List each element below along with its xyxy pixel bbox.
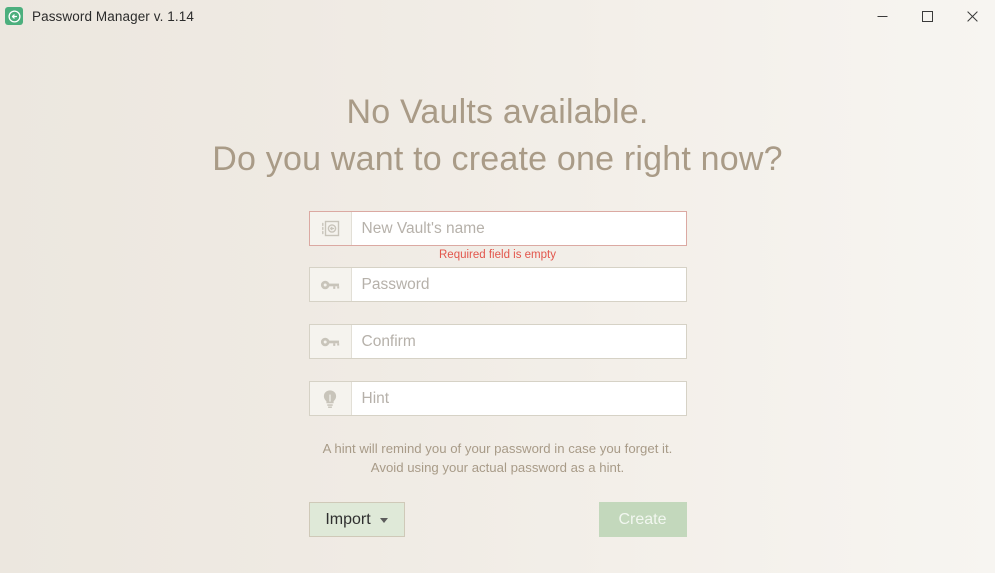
page-title: No Vaults available. Do you want to crea…: [212, 89, 782, 183]
import-button[interactable]: Import: [308, 502, 405, 537]
import-button-label: Import: [325, 510, 371, 528]
hint-help-line-1: A hint will remind you of your password …: [322, 441, 673, 456]
form-actions: Import Create: [308, 502, 687, 537]
hint-input[interactable]: [351, 382, 686, 415]
minimize-button[interactable]: [860, 0, 905, 32]
window-controls: [860, 0, 995, 32]
create-vault-form: Required field is empty: [308, 211, 687, 416]
window-title: Password Manager v. 1.14: [32, 8, 194, 24]
headline-line-1: No Vaults available.: [346, 93, 649, 131]
password-field[interactable]: [308, 267, 687, 302]
vault-name-error: Required field is empty: [439, 249, 556, 261]
vault-icon: [309, 212, 352, 245]
confirm-password-input[interactable]: [351, 325, 686, 358]
main-content: No Vaults available. Do you want to crea…: [0, 32, 995, 573]
vault-name-input[interactable]: [351, 212, 686, 245]
hint-help-line-2: Avoid using your actual password as a hi…: [370, 460, 625, 475]
title-bar: Password Manager v. 1.14: [0, 0, 995, 32]
field-spacer-1: [309, 302, 687, 324]
confirm-password-field[interactable]: [308, 324, 687, 359]
chevron-down-icon: [379, 518, 388, 523]
lightbulb-icon: [309, 382, 352, 415]
maximize-button[interactable]: [905, 0, 950, 32]
vault-app-icon: [5, 7, 23, 25]
create-button-label: Create: [618, 510, 667, 528]
field-spacer-2: [309, 359, 687, 381]
key-icon: [309, 268, 352, 301]
headline-line-2: Do you want to create one right now?: [212, 140, 783, 178]
key-icon: [309, 325, 352, 358]
password-input[interactable]: [351, 268, 686, 301]
hint-help-text: A hint will remind you of your password …: [288, 439, 708, 477]
create-button[interactable]: Create: [598, 502, 687, 537]
close-button[interactable]: [950, 0, 995, 32]
vault-name-field[interactable]: [308, 211, 687, 246]
hint-field[interactable]: [308, 381, 687, 416]
